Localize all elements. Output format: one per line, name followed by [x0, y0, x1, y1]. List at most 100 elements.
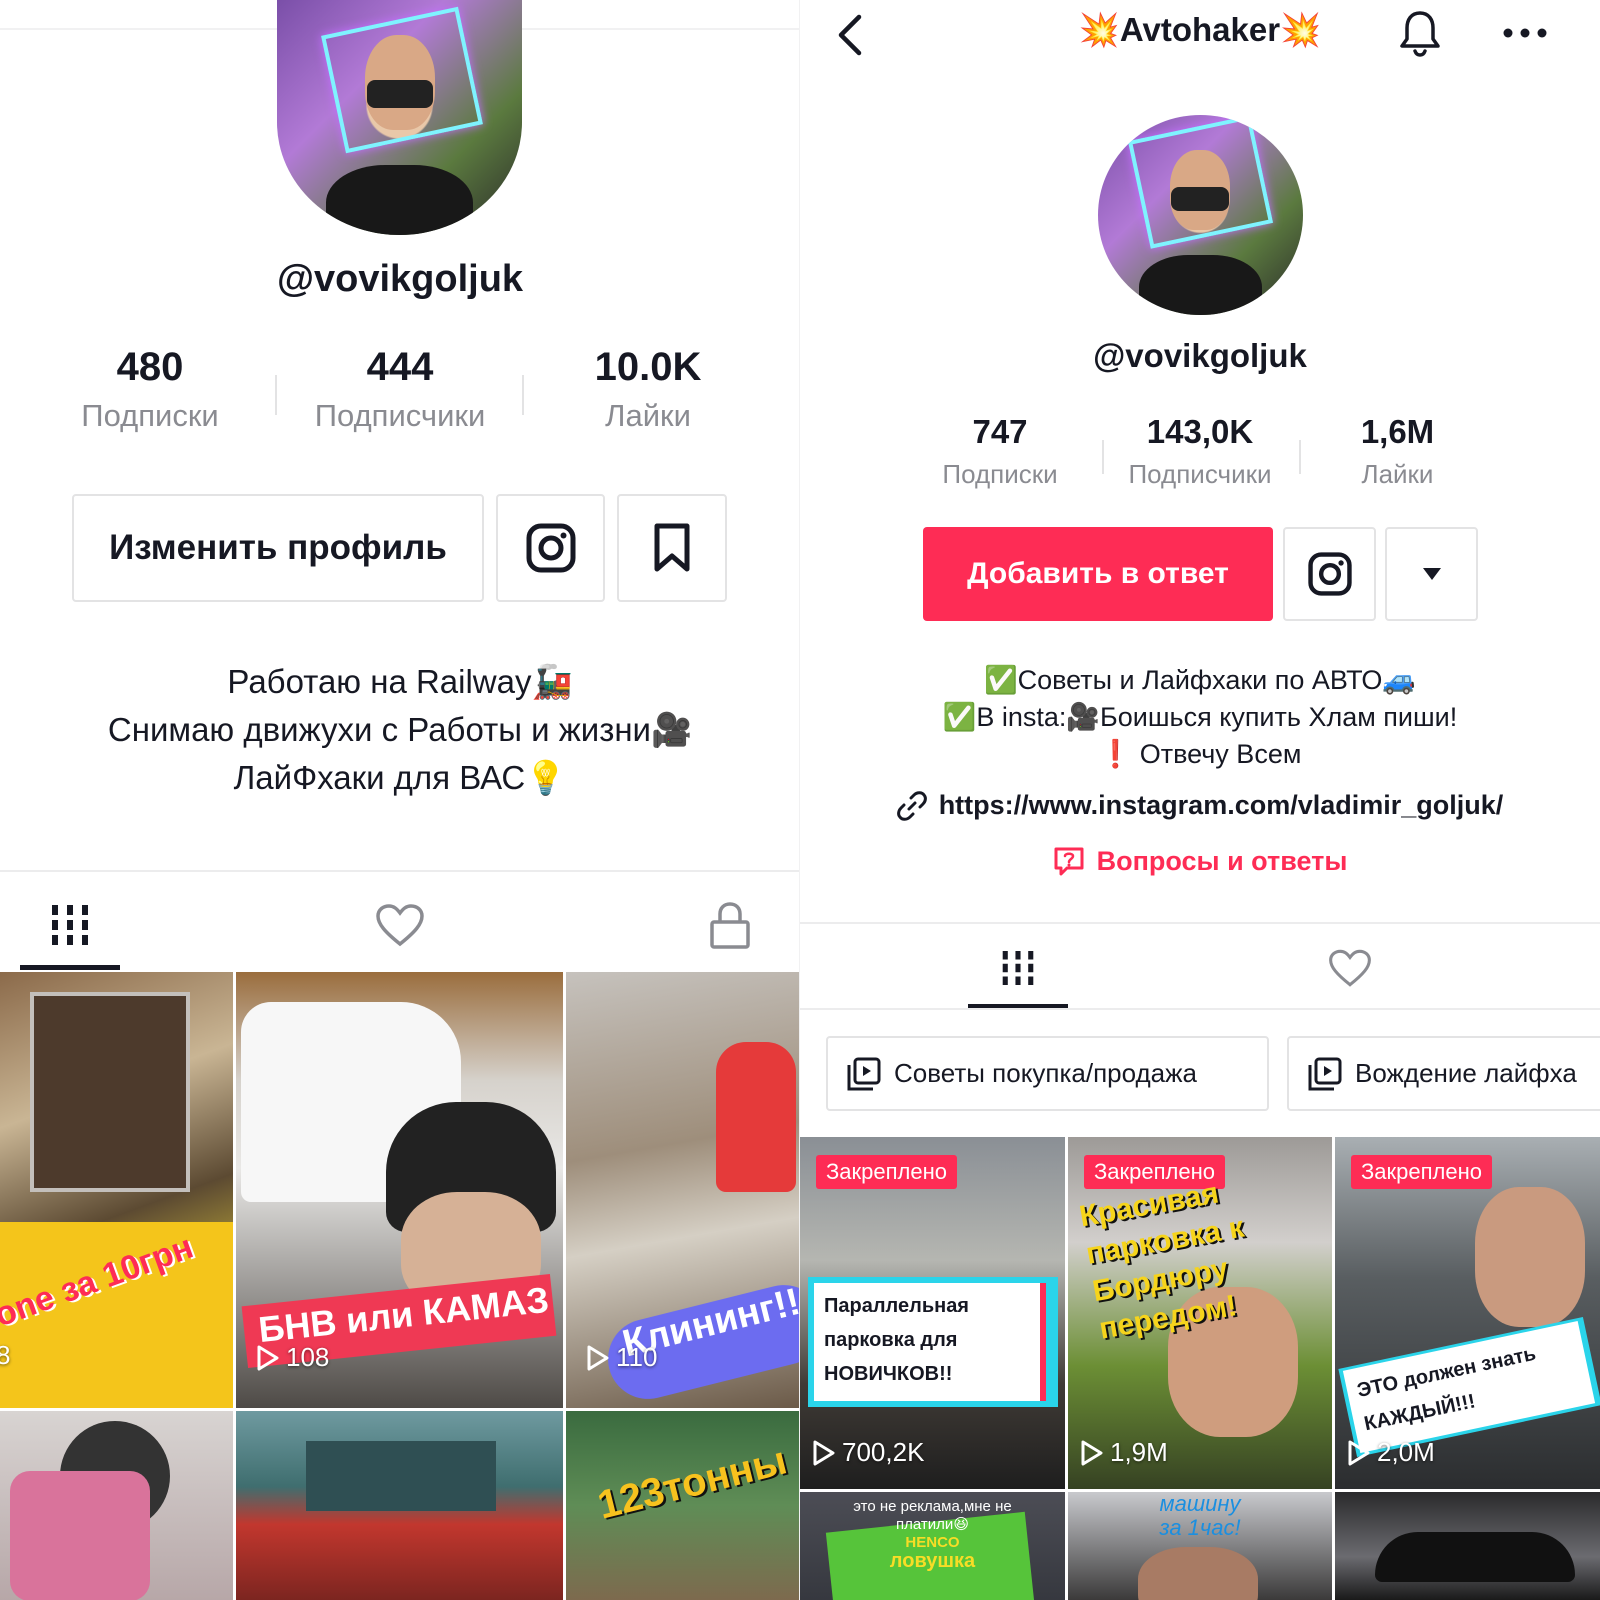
bell-icon: [1400, 11, 1440, 57]
favorites-button[interactable]: [617, 494, 727, 602]
stat-separator: [522, 375, 524, 415]
instagram-button[interactable]: [1283, 527, 1376, 621]
notifications-button[interactable]: [1390, 3, 1450, 63]
video-thumbnail[interactable]: 123тонны: [566, 1411, 800, 1600]
play-icon: [1081, 1440, 1103, 1465]
stat-following[interactable]: 747 Подписки: [915, 413, 1085, 490]
bio-line: Снимаю движухи с Работы и жизни🎥: [107, 711, 693, 748]
instagram-button[interactable]: [496, 494, 605, 602]
playlist-icon: [847, 1057, 881, 1090]
qa-link[interactable]: Вопросы и ответы: [800, 845, 1600, 877]
video-thumbnail[interactable]: машину за 1час!: [1068, 1492, 1332, 1600]
stat-label: Лайки: [1361, 459, 1434, 489]
tabs-top-border: [800, 922, 1600, 924]
playlist-chip[interactable]: Вождение лайфха: [1287, 1036, 1600, 1111]
stat-label: Лайки: [605, 398, 691, 433]
stat-separator: [1299, 440, 1301, 474]
instagram-icon: [526, 523, 575, 573]
video-thumbnail[interactable]: [1335, 1492, 1600, 1600]
tab-private[interactable]: [680, 885, 780, 965]
stat-likes[interactable]: 10.0K Лайки: [548, 345, 748, 434]
stat-separator: [275, 375, 277, 415]
profile-link[interactable]: https://www.instagram.com/vladimir_golju…: [800, 790, 1600, 821]
view-count: 110: [586, 1342, 657, 1373]
view-count: 2,0M: [1347, 1437, 1435, 1468]
instagram-icon: [1307, 552, 1352, 596]
stat-value: 444: [366, 345, 434, 389]
pinned-badge: Закреплено: [816, 1155, 957, 1189]
tab-videos[interactable]: [20, 885, 120, 965]
username: @vovikgoljuk: [1093, 337, 1307, 374]
stat-label: Подписки: [942, 459, 1058, 489]
view-count: 108: [256, 1342, 329, 1373]
person-face: [1138, 1547, 1258, 1600]
stat-label: Подписки: [81, 398, 219, 433]
bio-line: ✅В insta:🎥Боишься купить Хлам пиши!: [942, 702, 1458, 732]
video-thumbnail[interactable]: Закреплено Красивая парковка к Бордюру п…: [1068, 1137, 1332, 1489]
bio: Работаю на Railway🚂 Снимаю движухи с Раб…: [0, 658, 800, 802]
bio-line: ЛайФхаки для ВАС💡: [233, 759, 567, 796]
stat-value: 747: [972, 413, 1028, 450]
heart-icon: [1329, 949, 1371, 987]
back-button[interactable]: [820, 5, 880, 65]
bio: ✅Советы и Лайфхаки по АВТО🚙 ✅В insta:🎥Бо…: [800, 662, 1600, 773]
locomotive-window: [306, 1441, 496, 1511]
lock-icon: [710, 902, 750, 949]
arcade-machine: [30, 992, 190, 1192]
child: [716, 1042, 796, 1192]
caption-line: парковка для: [824, 1329, 958, 1351]
video-thumbnail[interactable]: БНВ или КАМАЗ 108: [236, 972, 563, 1408]
grid-icon: [1002, 950, 1034, 985]
qa-label: Вопросы и ответы: [1096, 845, 1348, 876]
video-thumbnail[interactable]: это не реклама,мне не платили😆 HENCO лов…: [800, 1492, 1065, 1600]
pinned-badge: Закреплено: [1351, 1155, 1492, 1189]
tab-liked[interactable]: [350, 885, 450, 965]
tab-liked[interactable]: [1300, 930, 1400, 1005]
back-icon: [838, 14, 862, 56]
tabs-bottom-border: [800, 1008, 1600, 1010]
stat-value: 480: [116, 345, 184, 389]
playlist-label: Вождение лайфха: [1355, 1058, 1577, 1088]
play-icon: [587, 1345, 609, 1370]
stat-label: Подписчики: [314, 398, 486, 433]
video-thumbnail[interactable]: [0, 1411, 233, 1600]
add-to-reply-button[interactable]: Добавить в ответ: [923, 527, 1273, 621]
heart-icon: [376, 904, 424, 947]
edit-profile-button[interactable]: Изменить профиль: [72, 494, 484, 602]
video-thumbnail[interactable]: Клининг!! 110: [566, 972, 800, 1408]
video-caption: это не реклама,мне не платили😆 HENCO лов…: [853, 1498, 1012, 1572]
view-count: 700,2K: [812, 1437, 924, 1468]
video-caption: машину за 1час!: [1159, 1492, 1241, 1540]
play-icon: [813, 1440, 835, 1465]
view-count: 8: [0, 1340, 11, 1370]
play-icon: [257, 1345, 279, 1370]
grid-icon: [52, 905, 88, 945]
playlist-chip[interactable]: Советы покупка/продажа: [826, 1036, 1269, 1111]
link-icon: [896, 790, 927, 821]
bio-line: Работаю на Railway🚂: [227, 663, 573, 700]
stat-followers[interactable]: 444 Подписчики: [290, 345, 510, 434]
username: @vovikgoljuk: [276, 258, 524, 300]
car-silhouette: [1375, 1532, 1575, 1582]
avatar[interactable]: [1098, 115, 1303, 315]
person-face: [1475, 1187, 1585, 1327]
left-profile-screen: @vovikgoljuk 480 Подписки 444 Подписчики…: [0, 0, 800, 1600]
video-thumbnail[interactable]: Закреплено ЭТО должен знать КАЖДЫЙ!!! 2,…: [1335, 1137, 1600, 1489]
caption-line: НОВИЧКОВ!!: [824, 1363, 953, 1385]
bio-line: ✅Советы и Лайфхаки по АВТО🚙: [983, 665, 1417, 695]
video-thumbnail[interactable]: [236, 1411, 563, 1600]
profile-link-text: https://www.instagram.com/vladimir_golju…: [938, 790, 1504, 820]
stat-likes[interactable]: 1,6M Лайки: [1310, 413, 1485, 490]
caption-line: Параллельная: [824, 1295, 969, 1317]
suggested-accounts-button[interactable]: [1385, 527, 1478, 621]
video-thumbnail[interactable]: one за 10грн 8: [0, 972, 233, 1408]
playlist-label: Советы покупка/продажа: [894, 1058, 1197, 1088]
tab-videos[interactable]: [968, 930, 1068, 1005]
active-tab-indicator: [20, 965, 120, 970]
more-button[interactable]: [1485, 3, 1565, 63]
stat-following[interactable]: 480 Подписки: [50, 345, 250, 434]
stat-followers[interactable]: 143,0K Подписчики: [1100, 413, 1300, 490]
avatar[interactable]: [277, 0, 522, 235]
bio-line: ❗ Отвечу Всем: [1098, 739, 1302, 769]
video-thumbnail[interactable]: Закреплено Параллельная парковка для НОВ…: [800, 1137, 1065, 1489]
